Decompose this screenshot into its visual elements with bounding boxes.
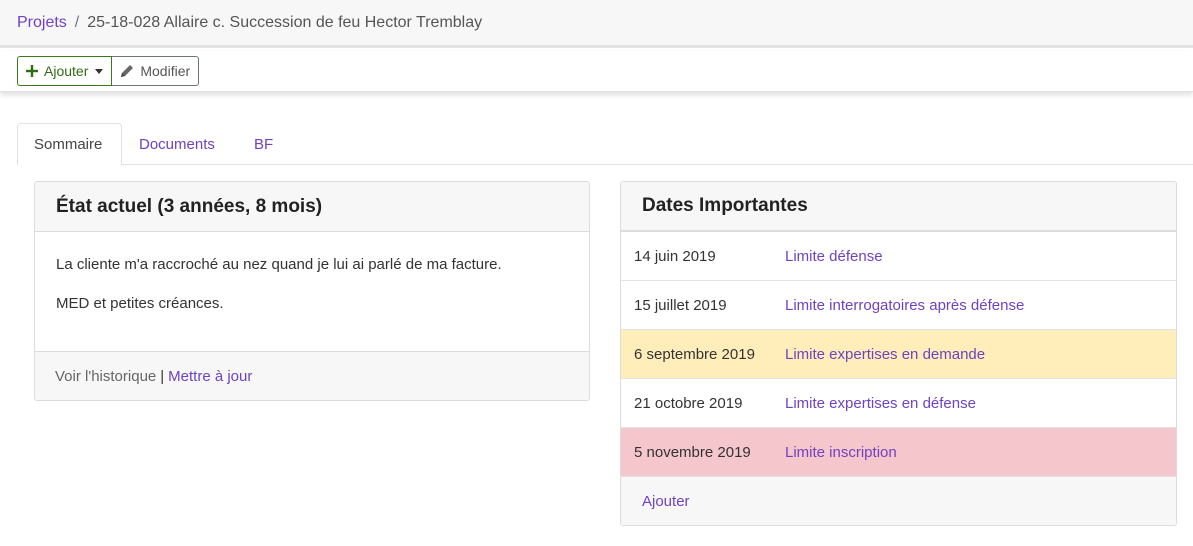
update-link[interactable]: Mettre à jour	[168, 368, 252, 385]
status-note-line: MED et petites créances.	[56, 295, 224, 312]
dates-card: Dates Importantes 14 juin 2019 Limite dé…	[620, 181, 1177, 526]
plus-icon	[26, 65, 38, 77]
tab-sommaire[interactable]: Sommaire	[17, 123, 122, 166]
date-row: 14 juin 2019 Limite défense	[621, 232, 1176, 281]
date-value: 5 novembre 2019	[634, 443, 751, 461]
history-link[interactable]: Voir l'historique	[55, 368, 156, 385]
date-value: 6 septembre 2019	[634, 345, 755, 363]
status-card-title: État actuel (3 années, 8 mois)	[56, 195, 323, 217]
add-date-link[interactable]: Ajouter	[642, 493, 690, 510]
dates-card-title: Dates Importantes	[642, 195, 808, 216]
breadcrumb: Projets / 25-18-028 Allaire c. Successio…	[0, 0, 1193, 48]
date-value: 21 octobre 2019	[634, 394, 743, 412]
deadline-link[interactable]: Limite défense	[785, 248, 883, 265]
date-row-warning: 6 septembre 2019 Limite expertises en de…	[621, 330, 1176, 379]
add-button-label: Ajouter	[44, 63, 89, 79]
status-card-header: État actuel (3 années, 8 mois)	[35, 182, 589, 232]
status-card-body: La cliente m'a raccroché au nez quand je…	[35, 232, 589, 312]
action-button-group: Ajouter Modifier	[17, 56, 200, 86]
pencil-icon	[121, 65, 134, 77]
deadline-link[interactable]: Limite interrogatoires après défense	[785, 297, 1024, 314]
deadline-link[interactable]: Limite inscription	[785, 444, 897, 461]
toolbar: Ajouter Modifier	[0, 51, 1193, 92]
tab-bar: Sommaire Documents BF	[17, 123, 1193, 166]
edit-button[interactable]: Modifier	[112, 56, 200, 86]
tab-bf[interactable]: BF	[254, 123, 273, 165]
status-card: État actuel (3 années, 8 mois) La client…	[34, 181, 590, 401]
edit-button-label: Modifier	[140, 63, 191, 79]
date-value: 15 juillet 2019	[634, 296, 727, 314]
status-card-footer: Voir l'historique | Mettre à jour	[35, 351, 589, 400]
breadcrumb-projets-link[interactable]: Projets	[17, 14, 67, 32]
breadcrumb-separator: /	[74, 13, 80, 31]
deadline-link[interactable]: Limite expertises en défense	[785, 395, 976, 412]
date-row-danger: 5 novembre 2019 Limite inscription	[621, 428, 1176, 477]
add-dropdown-button[interactable]: Ajouter	[17, 56, 113, 86]
date-row: 21 octobre 2019 Limite expertises en déf…	[621, 379, 1176, 428]
dates-card-header: Dates Importantes	[621, 182, 1176, 232]
deadline-link[interactable]: Limite expertises en demande	[785, 346, 985, 363]
caret-down-icon	[95, 68, 104, 74]
date-row: 15 juillet 2019 Limite interrogatoires a…	[621, 281, 1176, 330]
status-note-line: La cliente m'a raccroché au nez quand je…	[56, 256, 502, 273]
tab-documents[interactable]: Documents	[139, 123, 215, 165]
breadcrumb-current-project: 25-18-028 Allaire c. Succession de feu H…	[87, 13, 483, 31]
dates-card-footer: Ajouter	[621, 477, 1176, 525]
footer-separator: |	[160, 367, 165, 385]
date-value: 14 juin 2019	[634, 247, 716, 265]
